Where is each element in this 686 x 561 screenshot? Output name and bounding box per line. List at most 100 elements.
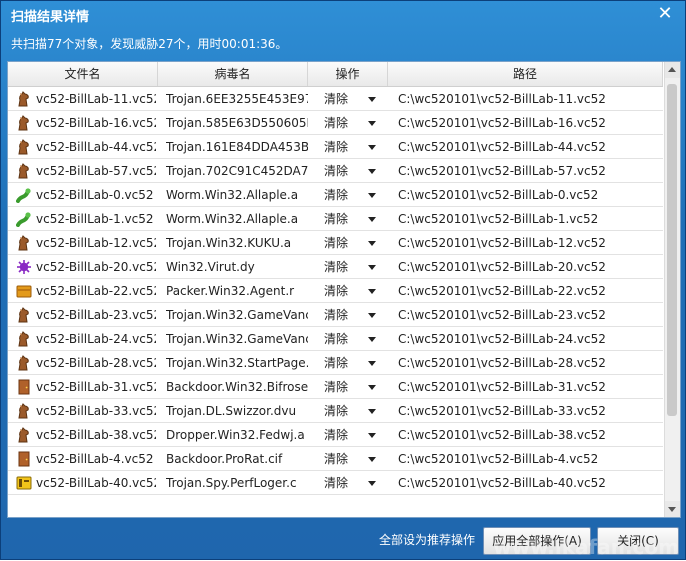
virus-name: Trojan.161E84DDA453B54 (166, 140, 308, 154)
action-select[interactable]: 清除 (324, 111, 394, 135)
window-title: 扫描结果详情 (11, 10, 90, 25)
dropdown-arrow-icon[interactable] (368, 313, 376, 318)
action-select[interactable]: 清除 (324, 351, 394, 375)
column-path[interactable]: 路径 (388, 62, 663, 86)
file-name: vc52-BillLab-4.vc52 (36, 452, 154, 466)
scrollbar-thumb[interactable] (667, 84, 677, 416)
action-select[interactable]: 清除 (324, 231, 394, 255)
dropdown-arrow-icon[interactable] (368, 241, 376, 246)
table-row[interactable]: vc52-BillLab-57.vc52 Trojan.702C91C452DA7… (8, 159, 663, 183)
trojan-horse-icon (16, 115, 32, 131)
table-row[interactable]: vc52-BillLab-22.vc52 Packer.Win32.Agent.r… (8, 279, 663, 303)
dropdown-arrow-icon[interactable] (368, 145, 376, 150)
file-path: C:\wc520101\vc52-BillLab-11.vc52 (398, 92, 606, 106)
trojan-horse-icon (16, 235, 32, 251)
virus-name: Trojan.Win32.GameVance (166, 308, 308, 322)
file-path: C:\wc520101\vc52-BillLab-31.vc52 (398, 380, 606, 394)
file-path: C:\wc520101\vc52-BillLab-0.vc52 (398, 188, 599, 202)
trojan-horse-icon (16, 331, 32, 347)
file-name: vc52-BillLab-22.vc52 (36, 284, 156, 298)
dropdown-arrow-icon[interactable] (368, 337, 376, 342)
table-row[interactable]: vc52-BillLab-1.vc52 Worm.Win32.Allaple.a 清… (8, 207, 663, 231)
table-row[interactable]: vc52-BillLab-31.vc52 Backdoor.Win32.Bifro… (8, 375, 663, 399)
dropdown-arrow-icon[interactable] (368, 169, 376, 174)
virus-name: Trojan.Win32.KUKU.a (166, 236, 292, 250)
trojan-horse-icon (16, 139, 32, 155)
file-path: C:\wc520101\vc52-BillLab-44.vc52 (398, 140, 606, 154)
action-select[interactable]: 清除 (324, 447, 394, 471)
action-select[interactable]: 清除 (324, 279, 394, 303)
dropdown-arrow-icon[interactable] (368, 385, 376, 390)
action-select[interactable]: 清除 (324, 159, 394, 183)
virus-name: Worm.Win32.Allaple.a (166, 212, 299, 226)
scroll-down-button[interactable] (665, 501, 680, 517)
trojan-horse-icon (16, 355, 32, 371)
titlebar: 扫描结果详情 ✕ (1, 1, 685, 29)
scan-summary: 共扫描77个对象，发现威胁27个，用时00:01:36。 (11, 37, 288, 51)
table-row[interactable]: vc52-BillLab-12.vc52 Trojan.Win32.KUKU.a 清… (8, 231, 663, 255)
dropdown-arrow-icon[interactable] (368, 481, 376, 486)
spy-icon (16, 475, 32, 491)
vertical-scrollbar[interactable] (664, 62, 680, 517)
table-row[interactable]: vc52-BillLab-0.vc52 Worm.Win32.Allaple.a 清… (8, 183, 663, 207)
results-table: 文件名 病毒名 操作 路径 vc52-BillLab-11.vc52 Trojan… (7, 61, 681, 518)
dropdown-arrow-icon[interactable] (368, 409, 376, 414)
column-action[interactable]: 操作 (308, 62, 388, 86)
dropdown-arrow-icon[interactable] (368, 97, 376, 102)
table-row[interactable]: vc52-BillLab-40.vc52 Trojan.Spy.PerfLoger… (8, 471, 663, 495)
action-select[interactable]: 清除 (324, 375, 394, 399)
column-virus[interactable]: 病毒名 (158, 62, 308, 86)
file-name: vc52-BillLab-24.vc52 (36, 332, 156, 346)
table-row[interactable]: vc52-BillLab-11.vc52 Trojan.6EE3255E453E9… (8, 87, 663, 111)
scroll-up-button[interactable] (665, 62, 680, 78)
action-select[interactable]: 清除 (324, 327, 394, 351)
set-recommended-link[interactable]: 全部设为推荐操作 (379, 531, 475, 548)
virus-name: Packer.Win32.Agent.r (166, 284, 295, 298)
action-select[interactable]: 清除 (324, 423, 394, 447)
dropdown-arrow-icon[interactable] (368, 265, 376, 270)
table-row[interactable]: vc52-BillLab-28.vc52 Trojan.Win32.StartPa… (8, 351, 663, 375)
file-path: C:\wc520101\vc52-BillLab-12.vc52 (398, 236, 606, 250)
dropdown-arrow-icon[interactable] (368, 193, 376, 198)
trojan-horse-icon (16, 307, 32, 323)
dropdown-arrow-icon[interactable] (368, 289, 376, 294)
action-select[interactable]: 清除 (324, 183, 394, 207)
file-name: vc52-BillLab-40.vc52 (36, 476, 156, 490)
action-select[interactable]: 清除 (324, 303, 394, 327)
dropdown-arrow-icon[interactable] (368, 433, 376, 438)
virus-name: Trojan.Spy.PerfLoger.c (166, 476, 297, 490)
table-row[interactable]: vc52-BillLab-16.vc52 Trojan.585E63D550605… (8, 111, 663, 135)
dropdown-arrow-icon[interactable] (368, 361, 376, 366)
table-row[interactable]: vc52-BillLab-44.vc52 Trojan.161E84DDA453B… (8, 135, 663, 159)
file-path: C:\wc520101\vc52-BillLab-57.vc52 (398, 164, 606, 178)
file-name: vc52-BillLab-11.vc52 (36, 92, 156, 106)
dropdown-arrow-icon[interactable] (368, 217, 376, 222)
table-row[interactable]: vc52-BillLab-38.vc52 Dropper.Win32.Fedwj.… (8, 423, 663, 447)
table-row[interactable]: vc52-BillLab-33.vc52 Trojan.DL.Swizzor.dv… (8, 399, 663, 423)
action-select[interactable]: 清除 (324, 87, 394, 111)
file-name: vc52-BillLab-23.vc52 (36, 308, 156, 322)
file-name: vc52-BillLab-33.vc52 (36, 404, 156, 418)
dropdown-arrow-icon[interactable] (368, 457, 376, 462)
table-row[interactable]: vc52-BillLab-4.vc52 Backdoor.ProRat.cif 清除… (8, 447, 663, 471)
trojan-horse-icon (16, 163, 32, 179)
action-select[interactable]: 清除 (324, 399, 394, 423)
file-name: vc52-BillLab-31.vc52 (36, 380, 156, 394)
virus-name: Trojan.DL.Swizzor.dvu (166, 404, 297, 418)
table-row[interactable]: vc52-BillLab-24.vc52 Trojan.Win32.GameVan… (8, 327, 663, 351)
backdoor-icon (16, 451, 32, 467)
action-select[interactable]: 清除 (324, 255, 394, 279)
footer: 全部设为推荐操作 应用全部操作(A) 关闭(C) www.ikafan.com (1, 521, 685, 561)
close-icon[interactable]: ✕ (655, 4, 675, 24)
trojan-horse-icon (16, 427, 32, 443)
action-select[interactable]: 清除 (324, 471, 394, 495)
column-file[interactable]: 文件名 (8, 62, 158, 86)
file-name: vc52-BillLab-38.vc52 (36, 428, 156, 442)
action-select[interactable]: 清除 (324, 207, 394, 231)
dropdown-arrow-icon[interactable] (368, 121, 376, 126)
table-row[interactable]: vc52-BillLab-23.vc52 Trojan.Win32.GameVan… (8, 303, 663, 327)
file-path: C:\wc520101\vc52-BillLab-33.vc52 (398, 404, 606, 418)
virus-name: Win32.Virut.dy (166, 260, 255, 274)
action-select[interactable]: 清除 (324, 135, 394, 159)
table-row[interactable]: vc52-BillLab-20.vc52 Win32.Virut.dy 清除 C:\w… (8, 255, 663, 279)
